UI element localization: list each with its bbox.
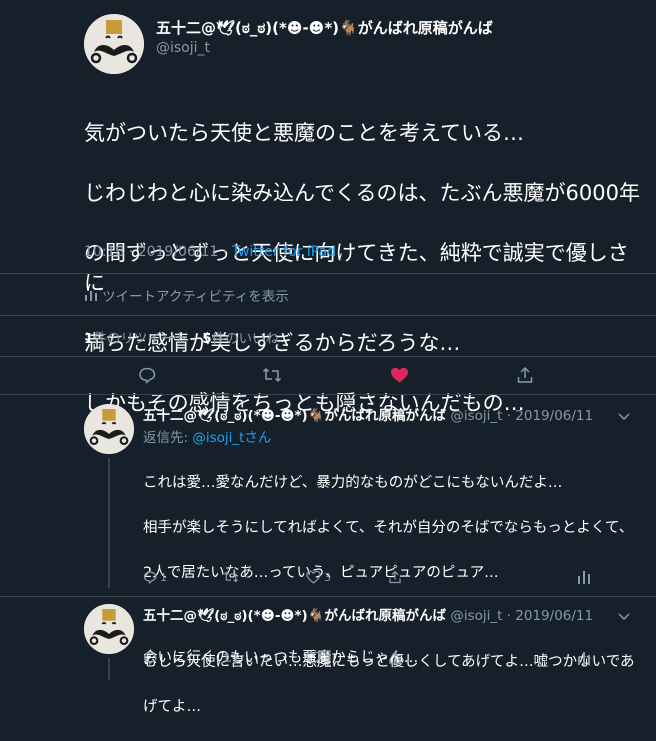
share-icon bbox=[389, 570, 401, 584]
reply-button[interactable]: 1 bbox=[143, 570, 167, 584]
like-button[interactable] bbox=[390, 366, 409, 388]
share-button[interactable] bbox=[516, 366, 534, 388]
share-button[interactable] bbox=[388, 651, 402, 665]
like-count: 3 bbox=[324, 651, 331, 665]
divider bbox=[0, 596, 656, 597]
reply-text-line: これは愛…愛なんだけど、暴力的なものがどこにもないんだよ… bbox=[143, 474, 563, 491]
reply-handle-date[interactable]: @isoji_t · 2019/06/11 bbox=[450, 408, 593, 424]
like-count: 5 bbox=[202, 331, 212, 347]
heart-icon bbox=[306, 570, 321, 584]
like-button[interactable]: 3 bbox=[306, 651, 331, 665]
divider bbox=[0, 356, 656, 357]
reply-icon bbox=[143, 571, 157, 584]
like-button[interactable]: 3 bbox=[306, 570, 331, 584]
mustache-avatar-icon bbox=[84, 604, 134, 654]
retweet-button[interactable] bbox=[223, 570, 242, 584]
replying-to-label: 返信先: bbox=[143, 430, 193, 446]
tweet-activity-link[interactable]: ツイートアクティビティを表示 bbox=[84, 285, 289, 305]
tweet-text-line: じわじわと心に染み込んでくるのは、たぶん悪魔が6000年 bbox=[84, 181, 640, 205]
reply-header: 五十二@🕊(ಠ_ಠ)(*☻-☻*)🐐がんばれ原稿がんば @isoji_t · 2… bbox=[143, 404, 593, 424]
bar-chart-icon bbox=[85, 291, 97, 301]
tweet-analytics-button[interactable] bbox=[578, 570, 590, 584]
reply-author-name[interactable]: 五十二@🕊(ಠ_ಠ)(*☻-☻*)🐐がんばれ原稿がんば bbox=[143, 608, 446, 624]
mustache-avatar-icon bbox=[84, 14, 144, 74]
reply-text: これは愛…愛なんだけど、暴力的なものがどこにもないんだよ… 相手が楽しそうにして… bbox=[143, 449, 643, 741]
tweet-timestamp[interactable]: 10:18 · 2019/06/11 · bbox=[84, 244, 232, 260]
reply-header: 五十二@🕊(ಠ_ಠ)(*☻-☻*)🐐がんばれ原稿がんば @isoji_t · 2… bbox=[143, 604, 593, 624]
like-count: 3 bbox=[324, 570, 331, 584]
reply-icon bbox=[139, 367, 156, 384]
retweet-icon bbox=[223, 652, 239, 664]
like-stat-label: 件のいいね bbox=[211, 331, 280, 347]
tweet-activity-label: ツイートアクティビティを表示 bbox=[102, 289, 289, 305]
replying-to-link[interactable]: @isoji_tさん bbox=[192, 430, 271, 446]
mustache-avatar-icon bbox=[84, 404, 134, 454]
thread-connector-line bbox=[108, 458, 110, 588]
divider bbox=[0, 273, 656, 274]
retweet-icon bbox=[262, 367, 282, 383]
reply-chevron-icon[interactable] bbox=[618, 406, 630, 425]
tweet-analytics-button[interactable] bbox=[578, 651, 590, 665]
retweet-count: 1 bbox=[84, 331, 94, 347]
heart-icon bbox=[306, 651, 321, 665]
bar-chart-icon bbox=[578, 652, 590, 665]
avatar[interactable] bbox=[84, 14, 144, 74]
tweet-source-link[interactable]: Twitter for iPad bbox=[232, 244, 336, 260]
author-name[interactable]: 五十二@🕊(ಠ_ಠ)(*☻-☻*)🐐がんばれ原稿がんば bbox=[156, 17, 493, 38]
reply-author-name[interactable]: 五十二@🕊(ಠ_ಠ)(*☻-☻*)🐐がんばれ原稿がんば bbox=[143, 408, 446, 424]
retweet-stat[interactable]: 1件のリツイート bbox=[84, 331, 188, 347]
reply-button[interactable] bbox=[138, 366, 156, 388]
tweet-meta: 10:18 · 2019/06/11 · Twitter for iPad bbox=[84, 244, 336, 260]
reply-count: 1 bbox=[160, 570, 167, 584]
heart-filled-icon bbox=[391, 367, 408, 383]
avatar[interactable] bbox=[84, 404, 134, 454]
divider bbox=[0, 394, 656, 395]
reply-icon bbox=[143, 652, 157, 665]
reply-chevron-icon[interactable] bbox=[618, 606, 630, 625]
bar-chart-icon bbox=[578, 571, 590, 584]
retweet-button[interactable] bbox=[262, 366, 282, 388]
retweet-button[interactable] bbox=[223, 651, 242, 665]
retweet-icon bbox=[223, 571, 239, 583]
tweet-stats: 1件のリツイート 5件のいいね bbox=[84, 327, 279, 347]
avatar[interactable] bbox=[84, 604, 134, 654]
retweet-stat-label: 件のリツイート bbox=[93, 331, 188, 347]
reply-handle-date[interactable]: @isoji_t · 2019/06/11 bbox=[450, 608, 593, 624]
reply-text-line: げてよ… bbox=[143, 699, 201, 715]
reply-text-line: 相手が楽しそうにしてればよくて、それが自分のそばでならもっとよくて、 bbox=[143, 519, 634, 536]
replying-to: 返信先: @isoji_tさん bbox=[143, 426, 271, 446]
share-button[interactable] bbox=[388, 570, 402, 584]
share-icon bbox=[517, 366, 533, 383]
like-stat[interactable]: 5件のいいね bbox=[202, 331, 279, 347]
thread-connector-line bbox=[108, 658, 110, 680]
divider bbox=[0, 315, 656, 316]
tweet-text-line: 気がついたら天使と悪魔のことを考えている… bbox=[84, 121, 524, 145]
author-handle[interactable]: @isoji_t bbox=[156, 40, 210, 56]
share-icon bbox=[389, 651, 401, 665]
reply-button[interactable] bbox=[143, 651, 160, 665]
